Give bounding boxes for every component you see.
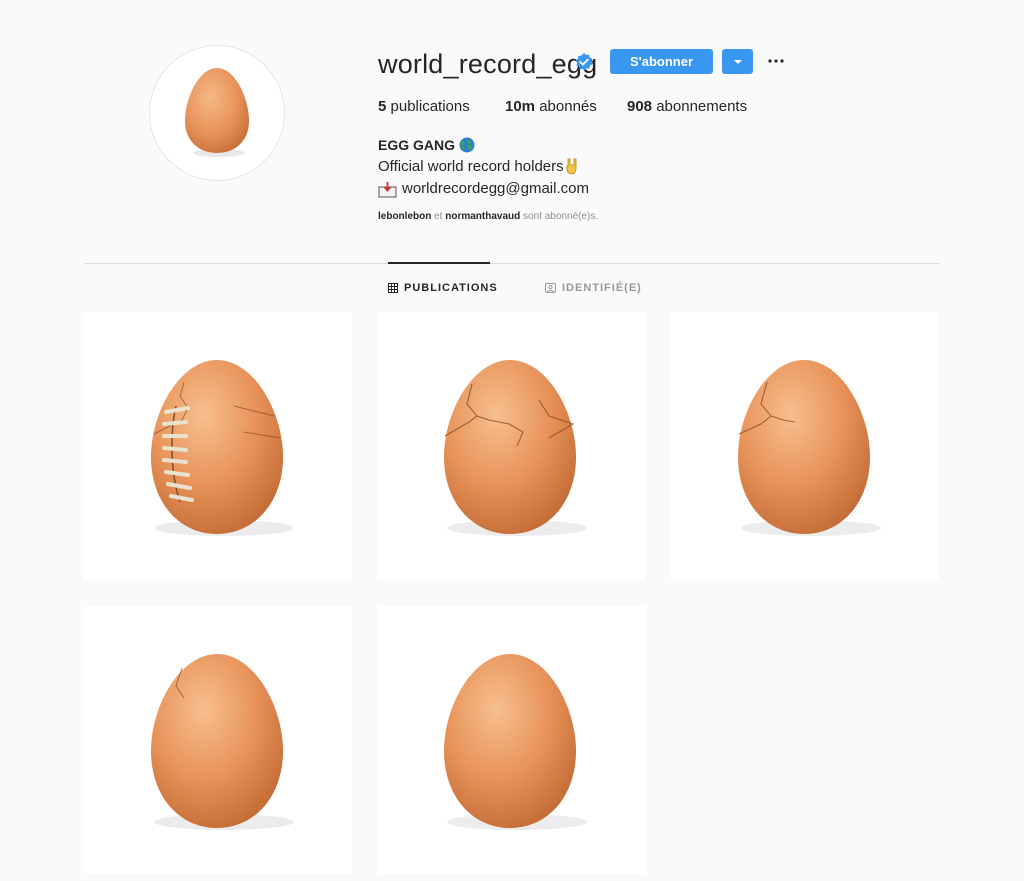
stat-value: 10m	[505, 98, 536, 115]
stat-followers[interactable]: 10m abonnés	[505, 98, 597, 116]
more-options-icon[interactable]	[766, 52, 786, 70]
stat-following[interactable]: 908 abonnements	[627, 98, 747, 116]
cracked-egg-image	[444, 360, 587, 536]
globe-emoji-icon	[459, 137, 475, 153]
egg-image	[444, 654, 587, 830]
tabs-divider	[84, 263, 940, 264]
active-tab-indicator	[388, 262, 490, 264]
cracked-egg-image	[151, 654, 294, 830]
post-thumbnail[interactable]	[671, 312, 939, 580]
grid-icon	[388, 283, 398, 293]
post-thumbnail[interactable]	[84, 606, 352, 874]
followed-by-text[interactable]: lebonlebon et normanthavaud sont abonné(…	[378, 211, 598, 223]
profile-email: worldrecordegg@gmail.com	[402, 180, 589, 197]
followed-by-suffix: sont abonné(e)s.	[523, 211, 599, 222]
rock-on-hand-emoji-icon	[566, 158, 577, 175]
connector-text: et	[434, 211, 443, 222]
tab-label: PUBLICATIONS	[404, 282, 498, 294]
profile-full-name: EGG GANG	[378, 137, 456, 153]
egg-avatar-image	[185, 68, 249, 157]
stat-value: 908	[627, 98, 653, 115]
tagged-icon	[545, 283, 556, 293]
post-thumbnail[interactable]	[377, 312, 645, 580]
post-thumbnail[interactable]	[377, 606, 645, 874]
verified-badge-icon	[575, 53, 593, 71]
stat-label: abonnements	[656, 98, 748, 115]
profile-bio: Official world record holders	[378, 158, 564, 175]
profile-username: world_record_egg	[378, 49, 598, 79]
stat-value: 5	[378, 98, 387, 115]
football-egg-image	[151, 360, 294, 536]
stat-label: publications	[390, 98, 470, 115]
post-thumbnail[interactable]	[84, 312, 352, 580]
caret-down-icon	[733, 59, 742, 64]
suggestions-dropdown-button[interactable]	[722, 49, 753, 74]
follow-button[interactable]: S'abonner	[610, 49, 713, 74]
follower-username[interactable]: lebonlebon	[378, 211, 431, 222]
tab-publications[interactable]: PUBLICATIONS	[388, 280, 498, 296]
stat-posts: 5 publications	[378, 98, 470, 116]
inbox-tray-emoji-icon	[378, 182, 397, 198]
cracked-egg-image	[738, 360, 881, 536]
stat-label: abonnés	[539, 98, 597, 115]
follower-username[interactable]: normanthavaud	[445, 211, 520, 222]
avatar[interactable]	[149, 45, 285, 181]
tab-label: IDENTIFIÉ(E)	[562, 282, 642, 294]
tab-tagged[interactable]: IDENTIFIÉ(E)	[545, 280, 642, 296]
